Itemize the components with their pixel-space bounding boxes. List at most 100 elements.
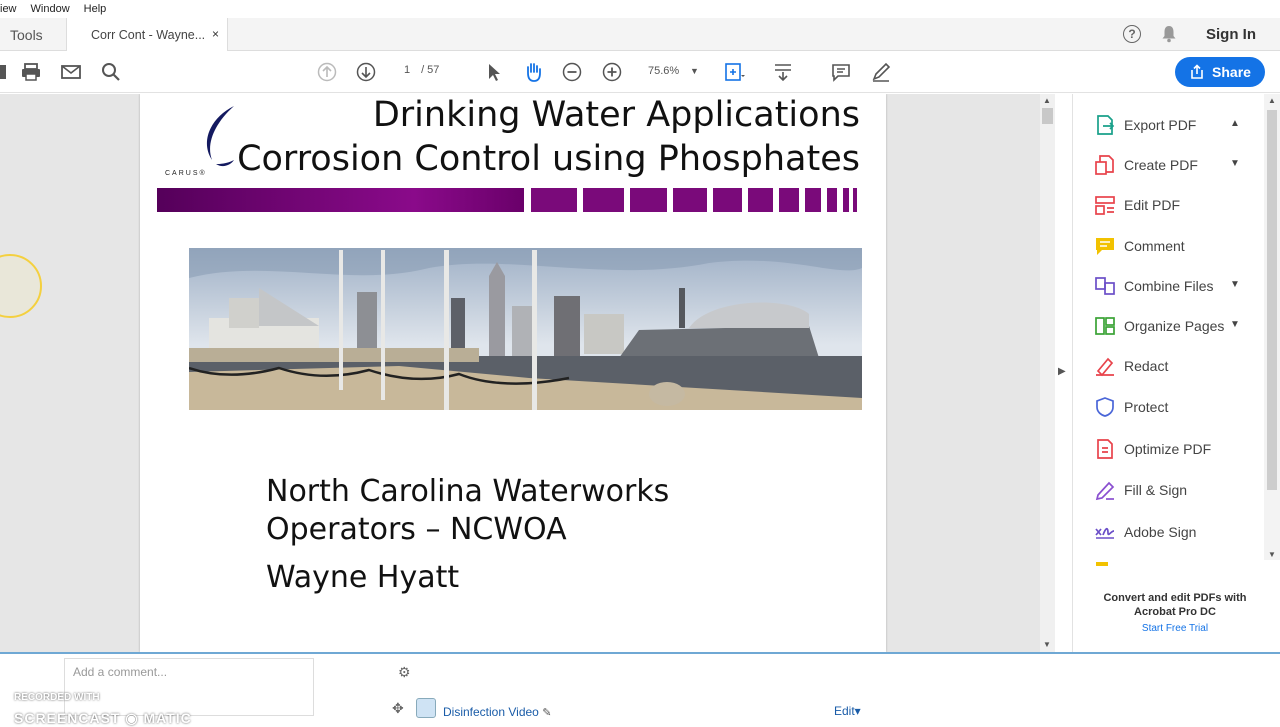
select-cursor-icon[interactable]	[483, 61, 505, 83]
band-block	[713, 188, 742, 212]
scroll-up-icon[interactable]: ▲	[1043, 96, 1051, 105]
toolbar: 1 / 57 75.6% ▼ Share	[0, 51, 1280, 93]
redact-icon	[1096, 357, 1114, 377]
tool-edit-pdf[interactable]: Edit PDF	[1094, 193, 1244, 217]
current-page-input[interactable]: 1	[396, 64, 418, 76]
comment-toolbar-icon[interactable]	[830, 61, 852, 83]
title-band	[157, 188, 524, 212]
watermark-recorded: RECORDED WITH	[14, 692, 100, 703]
scrollbar-thumb[interactable]	[1267, 110, 1277, 490]
tool-label: Optimize PDF	[1124, 441, 1212, 457]
email-icon[interactable]	[60, 61, 82, 83]
file-link-label: Disinfection Video	[443, 705, 539, 719]
zoom-dropdown-icon[interactable]: ▼	[690, 66, 699, 76]
promo-text: Convert and edit PDFs with Acrobat Pro D…	[1103, 592, 1247, 618]
scroll-down-icon[interactable]: ▼	[1268, 550, 1276, 559]
combine-files-icon	[1095, 277, 1115, 295]
chevron-down-icon[interactable]: ▼	[1230, 158, 1240, 169]
body-line-3: Wayne Hyatt	[266, 560, 460, 595]
menu-view[interactable]: iew	[0, 3, 17, 15]
tool-redact[interactable]: Redact	[1094, 354, 1244, 378]
adobe-sign-icon	[1095, 527, 1115, 539]
scroll-mode-icon[interactable]	[772, 61, 794, 83]
tool-optimize-pdf[interactable]: Optimize PDF	[1094, 437, 1244, 461]
tool-protect[interactable]: Protect	[1094, 395, 1244, 419]
scroll-down-icon[interactable]: ▼	[1043, 640, 1051, 649]
move-icon[interactable]: ✥	[392, 700, 404, 717]
close-tab-icon[interactable]: ×	[212, 27, 219, 41]
menu-bar: iew Window Help	[0, 0, 1280, 18]
tool-export-pdf[interactable]: Export PDF	[1094, 113, 1244, 137]
share-label: Share	[1212, 64, 1251, 80]
scrollbar-thumb[interactable]	[1042, 108, 1053, 124]
fit-page-icon[interactable]	[723, 61, 745, 83]
start-free-trial-link[interactable]: Start Free Trial	[1090, 623, 1260, 634]
organize-pages-icon	[1095, 317, 1115, 335]
band-block	[673, 188, 707, 212]
chevron-down-icon[interactable]: ▼	[1230, 319, 1240, 330]
tool-comment[interactable]: Comment	[1094, 234, 1244, 258]
tab-document[interactable]: Corr Cont - Wayne... ×	[66, 18, 228, 51]
zoom-in-icon[interactable]	[601, 61, 623, 83]
zoom-out-icon[interactable]	[561, 61, 583, 83]
body-line-2: Operators – NCWOA	[266, 512, 567, 547]
document-scrollbar[interactable]: ▲ ▼	[1040, 94, 1055, 652]
previous-page-icon[interactable]	[316, 61, 338, 83]
disinfection-video-link[interactable]: Disinfection Video ✎	[443, 705, 551, 719]
gear-icon[interactable]: ⚙	[398, 664, 411, 681]
zoom-level[interactable]: 75.6%	[648, 65, 679, 77]
tool-label: Protect	[1124, 399, 1169, 415]
tool-fill-sign[interactable]: Fill & Sign	[1094, 478, 1244, 502]
add-comment-input[interactable]: Add a comment...	[64, 658, 314, 716]
body-line-1: North Carolina Waterworks	[266, 474, 670, 509]
scroll-up-icon[interactable]: ▲	[1268, 96, 1276, 105]
band-block	[805, 188, 821, 212]
share-icon	[1191, 64, 1203, 79]
create-pdf-icon	[1095, 155, 1114, 175]
tool-create-pdf[interactable]: Create PDF	[1094, 153, 1244, 177]
tool-label: Create PDF	[1124, 157, 1198, 173]
highlight-pen-icon[interactable]	[870, 61, 892, 83]
tool-label: Adobe Sign	[1124, 524, 1197, 540]
edit-menu-link[interactable]: Edit▾	[834, 704, 861, 718]
pdf-page[interactable]: CARUS® Drinking Water Applications Corro…	[140, 94, 886, 652]
tool-label: Comment	[1124, 238, 1185, 254]
tool-organize-pages[interactable]: Organize Pages	[1094, 314, 1244, 338]
band-block	[843, 188, 849, 212]
band-block	[779, 188, 799, 212]
band-block	[531, 188, 577, 212]
hand-tool-icon[interactable]	[522, 61, 544, 83]
chevron-up-icon[interactable]: ▲	[1230, 118, 1240, 129]
help-icon[interactable]: ?	[1123, 25, 1141, 43]
slide-title-line-1: Drinking Water Applications	[372, 95, 860, 135]
chevron-down-icon[interactable]: ▼	[1230, 279, 1240, 290]
cleveland-skyline-photo	[189, 248, 862, 410]
more-tools-icon[interactable]	[1096, 562, 1108, 566]
tab-document-label: Corr Cont - Wayne...	[91, 27, 206, 42]
share-button[interactable]: Share	[1175, 57, 1265, 87]
print-icon[interactable]	[20, 61, 42, 83]
menu-help[interactable]: Help	[84, 3, 107, 15]
tool-label: Combine Files	[1124, 278, 1214, 294]
tools-pane-scrollbar[interactable]: ▲ ▼	[1264, 94, 1280, 560]
tool-adobe-sign[interactable]: Adobe Sign	[1094, 520, 1244, 544]
expand-pane-icon[interactable]: ▶	[1058, 366, 1066, 377]
logo-text: CARUS®	[165, 170, 207, 177]
bottom-panel: Add a comment... ⚙ ✥ Disinfection Video …	[0, 652, 1280, 726]
menu-window[interactable]: Window	[31, 3, 70, 15]
next-page-icon[interactable]	[355, 61, 377, 83]
pencil-icon[interactable]: ✎	[542, 707, 551, 719]
notification-bell-icon[interactable]	[1161, 25, 1177, 43]
search-icon[interactable]	[100, 61, 122, 83]
tool-combine-files[interactable]: Combine Files	[1094, 274, 1244, 298]
video-file-icon	[416, 698, 436, 718]
band-block	[853, 188, 857, 212]
document-viewer[interactable]: CARUS® Drinking Water Applications Corro…	[0, 94, 1040, 652]
save-icon[interactable]	[0, 61, 16, 83]
tool-label: Fill & Sign	[1124, 482, 1188, 498]
tool-label: Edit PDF	[1124, 197, 1181, 213]
tab-tools[interactable]: Tools	[0, 18, 66, 51]
edit-pdf-icon	[1095, 196, 1115, 215]
sign-in-link[interactable]: Sign In	[1206, 26, 1256, 43]
tab-bar: Tools Corr Cont - Wayne... × ? Sign In	[0, 18, 1280, 51]
